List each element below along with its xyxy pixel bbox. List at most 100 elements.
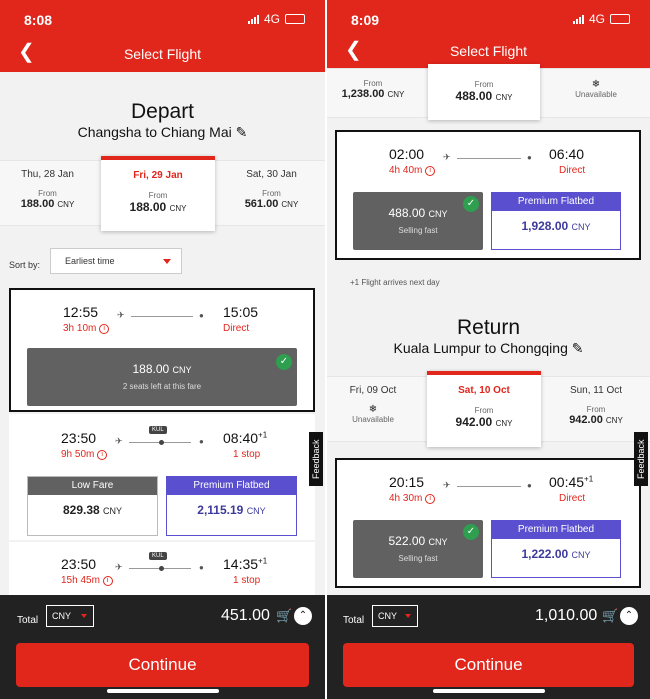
duration: 9h 50m i: [61, 449, 108, 460]
destination-pin-icon: ●: [527, 481, 532, 490]
date-option-selected[interactable]: From 488.00 CNY: [428, 64, 540, 120]
from-label: From: [474, 80, 494, 89]
cart-icon: 🛒: [276, 608, 293, 623]
route-line: [457, 158, 521, 159]
info-icon[interactable]: i: [97, 450, 108, 460]
date-option[interactable]: Thu, 28 Jan From 188.00 CNY: [0, 161, 95, 225]
next-day-note: +1 Flight arrives next day: [350, 278, 440, 287]
from-label: From: [38, 189, 57, 198]
flight-card[interactable]: 20:15 ✈ ● 00:45+1 4h 30m i Direct 522.00…: [335, 458, 641, 588]
date-label: Thu, 28 Jan: [21, 169, 74, 180]
info-icon[interactable]: i: [425, 494, 436, 504]
currency-select[interactable]: CNY: [46, 605, 94, 627]
section-heading: Depart: [130, 100, 195, 123]
fare-amount: 2,115.19 CNY: [197, 503, 266, 517]
departure-time: 20:15: [389, 474, 425, 490]
arrival-time: 00:45+1: [549, 474, 594, 490]
battery-icon: [285, 14, 305, 24]
date-label: Fri, 09 Oct: [349, 385, 397, 396]
edit-pencil-icon[interactable]: ✎: [572, 340, 584, 356]
fare-amount: 1,222.00 CNY: [521, 547, 591, 561]
plane-icon: ✈: [443, 152, 451, 162]
fare-option-low[interactable]: Low Fare 829.38 CNY: [27, 476, 158, 536]
flight-card[interactable]: 12:55 ✈ ● 15:05 3h 10m i Direct 188.00 C…: [9, 288, 315, 412]
date-price: 942.00 CNY: [569, 414, 623, 426]
info-icon[interactable]: i: [102, 576, 113, 586]
date-label: Sat, 10 Oct: [458, 385, 510, 396]
date-option[interactable]: From 1,238.00 CNY: [327, 69, 419, 117]
expand-chevron-icon[interactable]: ⌃: [294, 607, 312, 625]
departure-time: 23:50: [61, 430, 97, 446]
fare-note: Selling fast: [398, 554, 438, 563]
continue-button[interactable]: Continue: [343, 643, 634, 687]
date-label: Sat, 30 Jan: [246, 169, 297, 180]
fare-option-premium[interactable]: Premium Flatbed 2,115.19 CNY: [166, 476, 297, 536]
destination-pin-icon: ●: [199, 563, 204, 572]
flight-card[interactable]: 23:50 ✈ KUL ● 14:35+1 15h 45m i 1 stop: [9, 542, 315, 602]
date-option-selected[interactable]: Sat, 10 Oct From 942.00 CNY: [427, 371, 541, 447]
layover-badge: KUL: [149, 552, 167, 560]
total-label: Total: [17, 615, 39, 626]
date-option-selected[interactable]: Fri, 29 Jan From 188.00 CNY: [101, 156, 215, 231]
feedback-tab[interactable]: Feedback: [309, 432, 323, 486]
sort-value: Earliest time: [65, 256, 115, 266]
fare-option-premium[interactable]: Premium Flatbed 1,222.00 CNY: [491, 520, 621, 578]
edit-pencil-icon[interactable]: ✎: [236, 124, 248, 140]
date-price: 188.00 CNY: [20, 198, 75, 210]
fare-header: Low Fare: [28, 477, 157, 495]
header-bar: 8:08 4G ❮ Select Flight: [0, 0, 325, 72]
date-option[interactable]: Sat, 30 Jan From 561.00 CNY: [218, 161, 325, 225]
duration: 4h 30m i: [389, 493, 436, 504]
from-label: From: [262, 189, 281, 198]
stops-label: 1 stop: [233, 575, 261, 586]
destination-pin-icon: ●: [527, 153, 532, 162]
fare-header: Premium Flatbed: [167, 477, 296, 495]
date-option-unavailable: ❄ Unavailable: [542, 69, 650, 117]
route-text: Kuala Lumpur to Chongqing: [393, 340, 568, 356]
selected-check-icon: ✓: [463, 196, 479, 212]
network-label: 4G: [588, 12, 605, 26]
arrival-time: 15:05: [223, 304, 259, 320]
total-amount: 1,010.00: [535, 607, 598, 624]
fare-option-selected[interactable]: 188.00 CNY 2 seats left at this fare: [27, 348, 297, 406]
unavailable-icon: ❄: [591, 79, 601, 90]
fare-note: 2 seats left at this fare: [122, 382, 202, 391]
currency-value: CNY: [378, 611, 398, 621]
flight-card[interactable]: 23:50 ✈ KUL ● 08:40+1 9h 50m i 1 stop Lo…: [9, 414, 315, 540]
status-time: 8:08: [24, 12, 53, 28]
currency-value: CNY: [52, 611, 72, 621]
battery-icon: [610, 14, 630, 24]
plane-icon: ✈: [117, 310, 125, 320]
departure-time: 23:50: [61, 556, 97, 572]
departure-time: 02:00: [389, 146, 425, 162]
fare-option-premium[interactable]: Premium Flatbed 1,928.00 CNY: [491, 192, 621, 250]
feedback-tab[interactable]: Feedback: [634, 432, 648, 486]
expand-chevron-icon[interactable]: ⌃: [620, 607, 638, 625]
destination-pin-icon: ●: [199, 311, 204, 320]
section-heading: Return: [456, 316, 521, 339]
sort-label: Sort by:: [9, 260, 41, 270]
home-indicator: [106, 689, 219, 693]
sort-dropdown[interactable]: Earliest time: [50, 248, 182, 274]
info-icon[interactable]: i: [99, 324, 110, 334]
stops-label: Direct: [559, 165, 586, 176]
currency-select[interactable]: CNY: [372, 605, 418, 627]
fare-note: Selling fast: [398, 226, 438, 235]
date-option-unavailable: Fri, 09 Oct ❄ Unavailable: [327, 377, 419, 441]
date-price: 1,238.00 CNY: [341, 88, 405, 100]
destination-pin-icon: ●: [199, 437, 204, 446]
duration: 3h 10m i: [63, 323, 110, 334]
stops-label: Direct: [223, 323, 250, 334]
dropdown-caret-icon: [81, 614, 87, 618]
header-bar: 8:09 4G ❮ Select Flight: [327, 0, 650, 68]
status-time: 8:09: [351, 12, 380, 28]
plane-icon: ✈: [115, 562, 123, 572]
continue-button[interactable]: Continue: [16, 643, 309, 687]
unavailable-label: Unavailable: [575, 90, 617, 99]
dropdown-caret-icon: [405, 614, 411, 618]
flight-card[interactable]: 02:00 ✈ ● 06:40 4h 40m i Direct 488.00 C…: [335, 130, 641, 260]
layover-dot: [159, 440, 164, 445]
fare-amount: 829.38 CNY: [62, 503, 123, 517]
info-icon[interactable]: i: [425, 166, 436, 176]
date-price: 188.00 CNY: [129, 200, 187, 214]
